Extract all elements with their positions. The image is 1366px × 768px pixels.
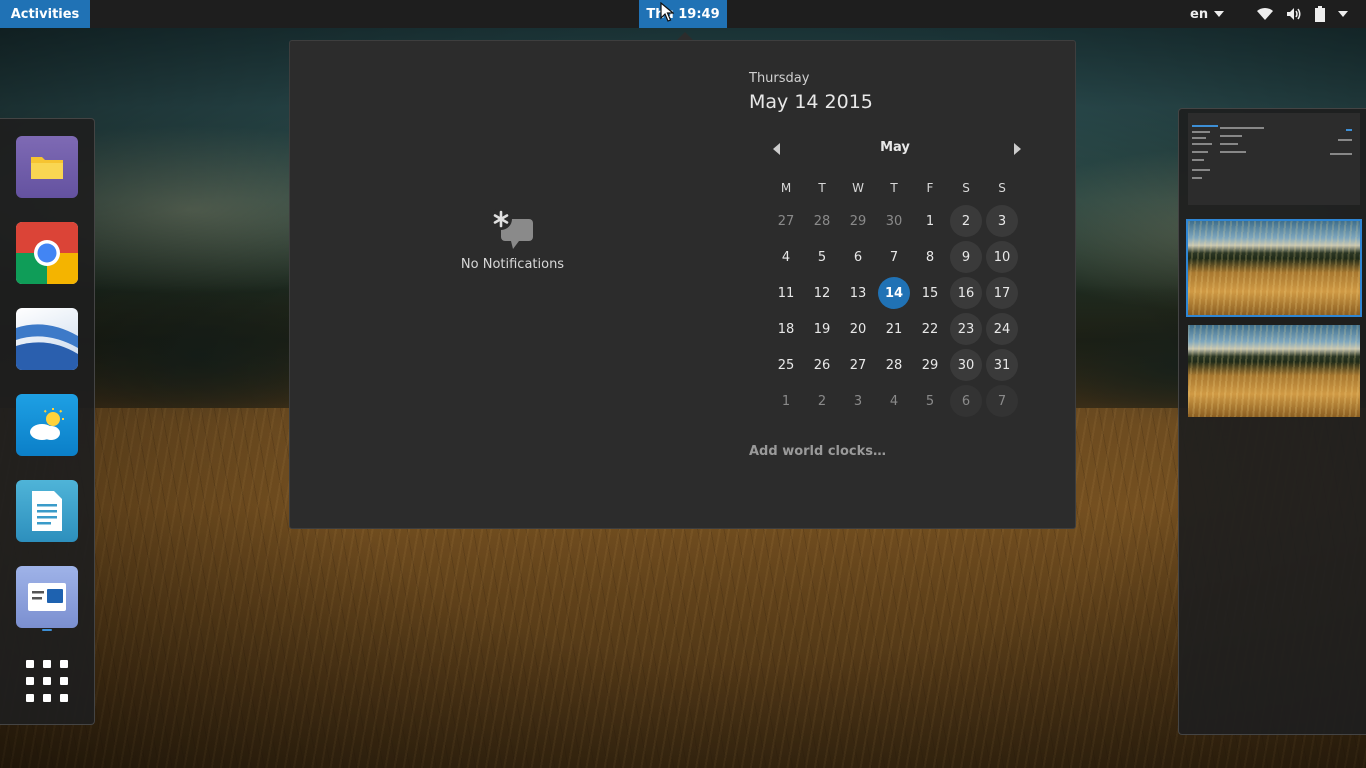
calendar-day[interactable]: 29	[914, 349, 946, 381]
calendar-day[interactable]: 3	[986, 205, 1018, 237]
weekday-header: S	[962, 181, 970, 195]
calendar-day[interactable]: 24	[986, 313, 1018, 345]
calendar-day[interactable]: 29	[842, 205, 874, 237]
calendar-day[interactable]: 20	[842, 313, 874, 345]
battery-icon	[1315, 6, 1325, 22]
mouse-cursor-icon	[660, 2, 674, 22]
workspace-switcher	[1178, 108, 1366, 735]
weekday-header: T	[818, 181, 826, 195]
calendar-day[interactable]: 8	[914, 241, 946, 273]
notification-list: No Notifications	[290, 41, 735, 528]
workspace-thumbnail-2[interactable]	[1186, 219, 1362, 317]
weekday-header: S	[998, 181, 1006, 195]
system-status-area[interactable]	[1256, 0, 1348, 28]
weekday-header: W	[852, 181, 864, 195]
no-notifications-label: No Notifications	[460, 257, 565, 272]
calendar-day[interactable]: 27	[842, 349, 874, 381]
dock-item-documents[interactable]	[16, 480, 78, 542]
date-label[interactable]: May 14 2015	[749, 91, 873, 113]
workspace-thumbnail-1[interactable]	[1188, 113, 1360, 205]
calendar-day[interactable]: 21	[878, 313, 910, 345]
calendar-day[interactable]: 5	[914, 385, 946, 417]
clock-button[interactable]: Thu 19:49	[639, 0, 727, 28]
calendar-day[interactable]: 4	[878, 385, 910, 417]
calendar-day[interactable]: 2	[950, 205, 982, 237]
calendar-day[interactable]: 18	[770, 313, 802, 345]
chrome-icon	[16, 222, 78, 284]
calendar-day[interactable]: 22	[914, 313, 946, 345]
weekday-header: M	[780, 181, 792, 195]
folder-icon	[31, 157, 63, 179]
calendar-day[interactable]: 10	[986, 241, 1018, 273]
calendar-day[interactable]: 6	[950, 385, 982, 417]
weekday-header: F	[926, 181, 934, 195]
calendar-day[interactable]: 6	[842, 241, 874, 273]
dock-item-google-earth[interactable]	[16, 308, 78, 370]
calendar-day[interactable]: 12	[806, 277, 838, 309]
language-menu[interactable]: en	[1190, 0, 1225, 28]
document-icon	[32, 491, 62, 531]
app-window-icon	[28, 583, 66, 611]
calendar-day[interactable]: 31	[986, 349, 1018, 381]
notification-icon	[489, 208, 533, 249]
calendar-day[interactable]: 9	[950, 241, 982, 273]
calendar-day[interactable]: 17	[986, 277, 1018, 309]
dock-item-weather[interactable]	[16, 394, 78, 456]
show-applications-button[interactable]	[26, 660, 68, 702]
dock-item-chrome[interactable]	[16, 222, 78, 284]
calendar-day[interactable]: 30	[950, 349, 982, 381]
workspace-thumbnail-3[interactable]	[1188, 325, 1360, 417]
calendar-day[interactable]: 28	[878, 349, 910, 381]
weekday-header-row: M T W T F S S	[768, 181, 1020, 195]
earth-icon	[16, 324, 78, 370]
calendar-day[interactable]: 16	[950, 277, 982, 309]
calendar-day[interactable]: 5	[806, 241, 838, 273]
top-bar: Activities Thu 19:49 en	[0, 0, 1366, 28]
weekday-label: Thursday	[749, 71, 810, 86]
activities-button[interactable]: Activities	[0, 0, 90, 28]
date-menu-popup: No Notifications Thursday May 14 2015 Ma…	[289, 40, 1076, 529]
calendar-panel: Thursday May 14 2015 May M T W T F S S 2…	[749, 41, 1075, 528]
volume-icon	[1287, 8, 1301, 20]
calendar-day[interactable]: 1	[914, 205, 946, 237]
calendar-days-grid: 27 28 29 30 1 2 3 4 5 6 7 8 9 10 11 12 13 14 15 16 17 18 19 20 2…	[768, 203, 1020, 419]
calendar-day[interactable]: 26	[806, 349, 838, 381]
calendar-day[interactable]: 2	[806, 385, 838, 417]
month-navigation: May	[769, 139, 1021, 159]
calendar-day[interactable]: 7	[986, 385, 1018, 417]
next-month-icon[interactable]	[1014, 143, 1021, 155]
month-label: May	[880, 140, 910, 155]
dash-dock	[0, 118, 95, 725]
weather-icon	[30, 408, 64, 440]
wifi-icon	[1257, 7, 1273, 20]
calendar-day[interactable]: 25	[770, 349, 802, 381]
language-caret-icon	[1214, 11, 1225, 17]
calendar-day[interactable]: 23	[950, 313, 982, 345]
calendar-day[interactable]: 14	[878, 277, 910, 309]
dock-item-files[interactable]	[16, 136, 78, 198]
calendar-day[interactable]: 11	[770, 277, 802, 309]
calendar-day[interactable]: 27	[770, 205, 802, 237]
calendar-day[interactable]: 15	[914, 277, 946, 309]
calendar-day[interactable]: 19	[806, 313, 838, 345]
app-grid-icon	[26, 660, 34, 668]
dock-item-app-window[interactable]	[16, 566, 78, 628]
calendar-day[interactable]: 4	[770, 241, 802, 273]
calendar-day[interactable]: 1	[770, 385, 802, 417]
calendar-day[interactable]: 30	[878, 205, 910, 237]
calendar-day[interactable]: 7	[878, 241, 910, 273]
weekday-header: T	[890, 181, 898, 195]
calendar-day[interactable]: 3	[842, 385, 874, 417]
calendar-day[interactable]: 28	[806, 205, 838, 237]
language-label: en	[1190, 6, 1209, 22]
calendar-day[interactable]: 13	[842, 277, 874, 309]
running-indicator	[42, 629, 52, 631]
system-menu-caret-icon	[1338, 11, 1348, 17]
add-world-clocks-button[interactable]: Add world clocks…	[749, 444, 886, 459]
